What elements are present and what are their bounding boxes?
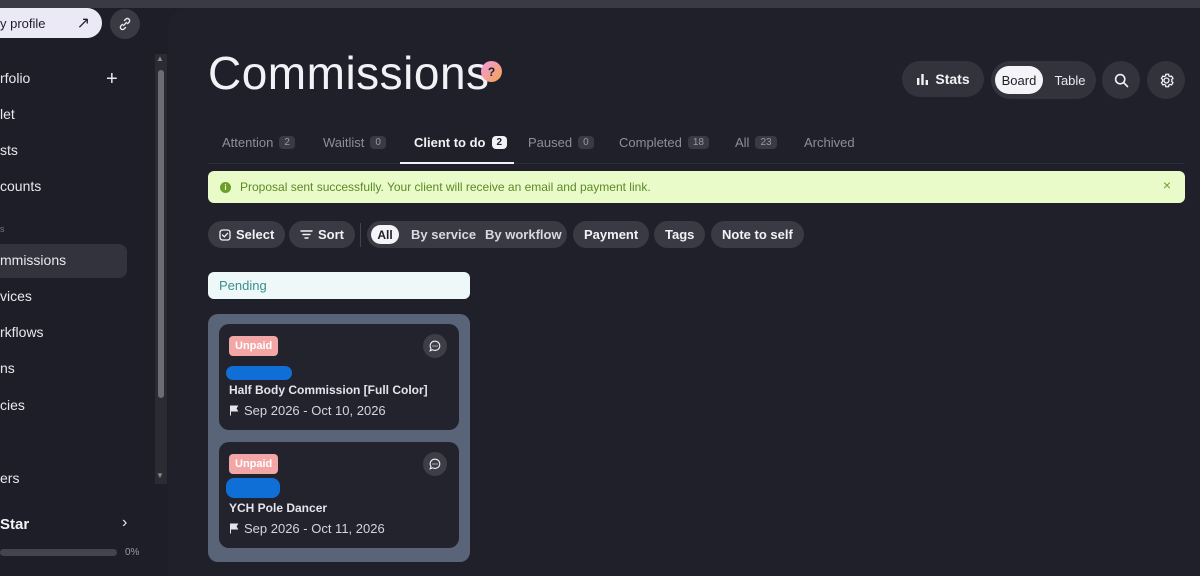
select-label: Select — [236, 227, 275, 242]
tab-attention[interactable]: Attention 2 — [222, 135, 295, 150]
status-badge: Unpaid — [229, 454, 279, 474]
sidebar-item-wallet[interactable]: let — [0, 106, 15, 122]
tab-count: 2 — [279, 136, 295, 149]
tab-label: Waitlist — [323, 135, 365, 150]
setup-progress-label: 0% — [125, 547, 140, 558]
status-badge: Unpaid — [229, 336, 279, 356]
my-profile-label: y profile — [0, 15, 46, 31]
tab-label: Paused — [528, 135, 573, 150]
view-toggle: Board Table — [991, 61, 1096, 99]
tab-completed[interactable]: Completed 18 — [619, 135, 709, 150]
star-plan-label[interactable]: Star — [0, 516, 29, 533]
group-by-service-button[interactable]: By service — [411, 227, 476, 242]
sidebar-scrollbar-thumb[interactable] — [158, 70, 164, 398]
close-icon[interactable]: × — [1163, 177, 1171, 193]
chevron-right-icon[interactable]: › — [122, 514, 127, 532]
sidebar-item-portfolio[interactable]: rfolio — [0, 70, 30, 86]
toolbar-divider — [360, 223, 361, 247]
tab-count: 23 — [755, 136, 777, 149]
copy-link-button[interactable] — [110, 9, 140, 39]
date-range-text: Sep 2026 - Oct 11, 2026 — [244, 521, 385, 536]
tab-count: 18 — [687, 136, 709, 149]
sidebar-section-label: s — [0, 224, 5, 234]
commission-card[interactable]: Unpaid Half Body Commission [Full Color]… — [219, 324, 459, 430]
table-view-button[interactable]: Table — [1049, 66, 1091, 94]
redacted-client-name — [226, 478, 280, 498]
tags-filter-button[interactable]: Tags — [654, 221, 706, 248]
tab-label: Completed — [619, 135, 682, 150]
active-tab-underline — [400, 162, 514, 164]
sidebar-item-workflows[interactable]: rkflows — [0, 324, 44, 340]
sidebar-item-posts[interactable]: sts — [0, 142, 18, 158]
column-header-pending: Pending — [208, 272, 470, 299]
tab-label: Attention — [222, 135, 274, 150]
tab-paused[interactable]: Paused 0 — [528, 135, 594, 150]
tab-label: Archived — [804, 135, 855, 150]
select-button[interactable]: Select — [208, 221, 286, 248]
scroll-up-icon[interactable]: ▲ — [156, 54, 164, 63]
card-date-range: Sep 2026 - Oct 10, 2026 — [229, 403, 386, 418]
card-date-range: Sep 2026 - Oct 11, 2026 — [229, 521, 385, 536]
help-icon[interactable]: ? — [481, 61, 502, 82]
gear-icon — [1160, 73, 1174, 87]
tab-label: Client to do — [414, 135, 486, 150]
success-alert: i Proposal sent successfully. Your clien… — [208, 171, 1185, 203]
board-view-button[interactable]: Board — [995, 66, 1043, 94]
message-button[interactable] — [423, 334, 447, 358]
status-tabs: Attention 2 Waitlist 0 Client to do 2 Pa… — [208, 128, 1184, 164]
sidebar: y profile ↗ rfolio + let sts counts s mm… — [0, 8, 168, 576]
external-arrow-icon: ↗ — [76, 15, 90, 32]
link-icon — [119, 17, 131, 31]
sort-label: Sort — [318, 227, 344, 242]
stats-label: Stats — [935, 71, 970, 87]
my-profile-button[interactable]: y profile ↗ — [0, 8, 102, 38]
main-panel: Commissions ? Stats Board Table Attentio… — [168, 8, 1200, 576]
chat-icon — [429, 340, 441, 352]
sort-icon — [300, 230, 313, 239]
tab-archived[interactable]: Archived — [804, 135, 855, 150]
search-icon — [1114, 73, 1128, 87]
group-all-button[interactable]: All — [371, 225, 399, 244]
sidebar-item-accounts[interactable]: counts — [0, 178, 41, 194]
flag-icon — [230, 405, 239, 416]
chat-icon — [429, 458, 441, 470]
payment-filter-button[interactable]: Payment — [573, 221, 650, 248]
card-title: YCH Pole Dancer — [229, 501, 328, 515]
tab-count: 0 — [370, 136, 386, 149]
sidebar-item-others[interactable]: ers — [0, 470, 19, 486]
setup-progress-bar — [0, 549, 117, 556]
commission-card[interactable]: Unpaid YCH Pole Dancer Sep 2026 - Oct 11… — [219, 442, 459, 548]
tab-label: All — [735, 135, 750, 150]
redacted-client-name — [226, 366, 292, 380]
sidebar-item-policies[interactable]: cies — [0, 397, 25, 413]
card-title: Half Body Commission [Full Color] — [229, 383, 428, 397]
tab-client-to-do[interactable]: Client to do 2 — [414, 135, 508, 150]
bar-chart-icon — [917, 74, 929, 85]
search-button[interactable] — [1102, 61, 1140, 99]
tab-count: 0 — [578, 136, 594, 149]
checkbox-icon — [219, 228, 231, 241]
tab-waitlist[interactable]: Waitlist 0 — [323, 135, 386, 150]
add-portfolio-icon[interactable]: + — [106, 68, 118, 91]
window-top-bar — [0, 0, 1200, 8]
stats-button[interactable]: Stats — [902, 61, 984, 97]
sidebar-item-services[interactable]: vices — [0, 288, 32, 304]
sidebar-item-forms[interactable]: ns — [0, 360, 15, 376]
sort-button[interactable]: Sort — [289, 221, 355, 248]
scroll-down-icon[interactable]: ▼ — [156, 471, 164, 480]
message-button[interactable] — [423, 452, 447, 476]
note-to-self-button[interactable]: Note to self — [711, 221, 804, 248]
page-title: Commissions — [208, 47, 490, 99]
flag-icon — [230, 523, 239, 534]
alert-message: Proposal sent successfully. Your client … — [240, 180, 651, 194]
group-by-workflow-button[interactable]: By workflow — [485, 227, 562, 242]
date-range-text: Sep 2026 - Oct 10, 2026 — [244, 403, 386, 418]
column-pending: Unpaid Half Body Commission [Full Color]… — [208, 314, 470, 562]
tab-all[interactable]: All 23 — [735, 135, 777, 150]
info-icon: i — [220, 181, 231, 193]
sidebar-item-commissions[interactable]: mmissions — [0, 252, 66, 268]
settings-button[interactable] — [1147, 61, 1185, 99]
tab-count: 2 — [491, 136, 508, 149]
group-by-toggle: All By service By workflow — [367, 221, 567, 248]
